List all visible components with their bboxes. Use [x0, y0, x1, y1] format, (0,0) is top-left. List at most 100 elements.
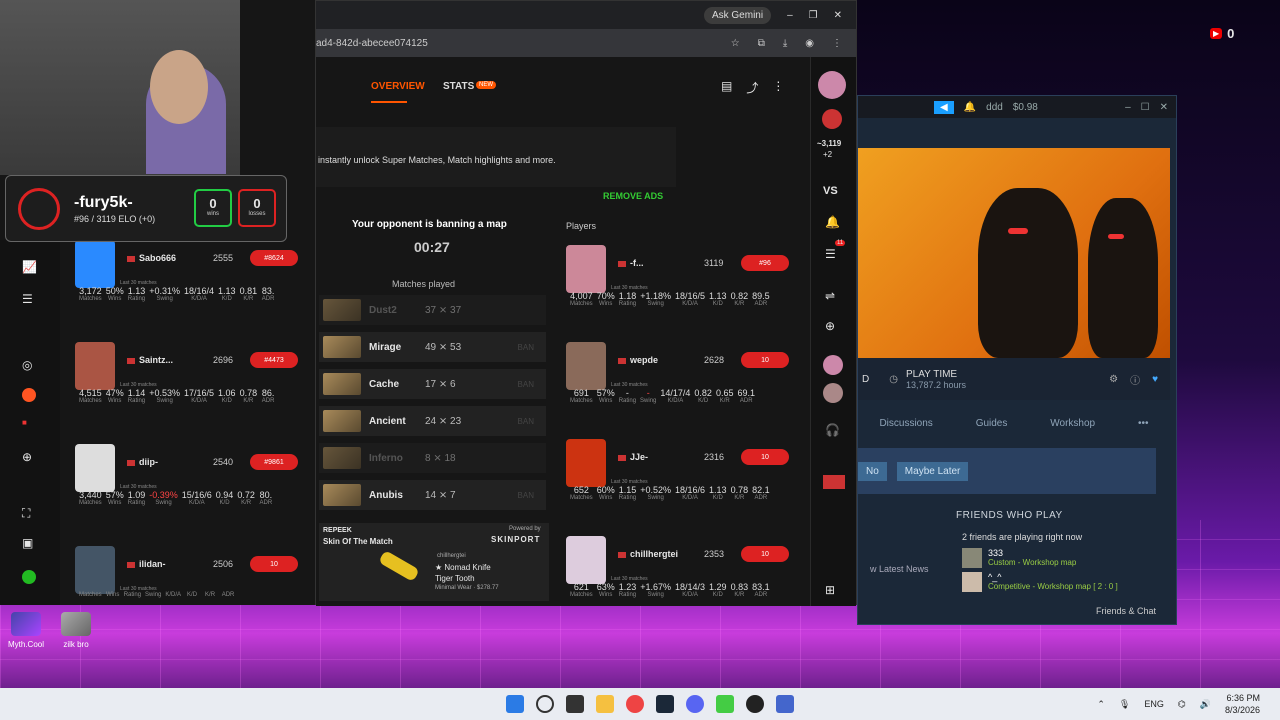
stat-cell: 18/16/4 K/D/A — [184, 286, 215, 302]
store-icon[interactable]: ⊞ — [825, 583, 835, 597]
extension-icon[interactable]: ⧉ — [758, 38, 765, 49]
broadcast-icon[interactable]: ◀ — [934, 100, 954, 114]
no-button[interactable]: No — [858, 461, 887, 481]
player-card[interactable]: Sabo666 2555 #8624 Last 30 matches 3,172 Matc… — [75, 240, 303, 330]
friend-avatar[interactable] — [823, 383, 843, 403]
mic-icon[interactable]: 🎙 — [1119, 699, 1130, 710]
maybe-later-button[interactable]: Maybe Later — [896, 461, 969, 481]
bell-icon[interactable]: 🔔 — [825, 215, 840, 229]
friends-icon[interactable]: ☰ — [825, 247, 836, 261]
player-card[interactable]: diip- 2540 #9861 Last 30 matches 3,440 Matche… — [75, 444, 303, 534]
list-icon[interactable]: ☰ — [22, 292, 33, 306]
address-bar[interactable]: ad4-842d-abecee074125 ☆ ⧉ ⤓ ◉ ⋮ — [316, 29, 856, 57]
ban-button[interactable]: BAN — [518, 343, 534, 352]
latest-news-link[interactable]: w Latest News — [870, 564, 929, 574]
friend-row[interactable]: 333 Custom - Workshop map — [962, 548, 1076, 568]
player-card[interactable]: wepde 2628 10 Last 30 matches 691 Matches 57% W… — [566, 342, 794, 432]
esl-icon[interactable]: ■ — [22, 418, 27, 427]
steam-icon[interactable] — [656, 695, 674, 713]
download-icon[interactable]: ⤓ — [783, 38, 787, 49]
map-row[interactable]: Inferno 8 ⨯ 18 — [319, 443, 546, 473]
language-indicator[interactable]: ENG — [1144, 699, 1164, 709]
tab-overview[interactable]: OVERVIEW — [371, 81, 425, 92]
remove-ads-button[interactable]: REMOVE ADS — [603, 191, 663, 201]
volume-icon[interactable]: 🔊 — [1200, 699, 1211, 710]
clock-time[interactable]: 6:36 PM — [1226, 693, 1260, 703]
menu-icon[interactable]: ⋮ — [832, 38, 842, 49]
player-card[interactable]: Saintz... 2696 #4473 Last 30 matches 4,515 Ma… — [75, 342, 303, 432]
chat-icon[interactable]: ▤ — [721, 79, 732, 96]
minimize-icon[interactable]: – — [787, 10, 793, 21]
friend-avatar[interactable] — [823, 355, 843, 375]
avatar — [566, 342, 606, 390]
ban-button[interactable]: BAN — [518, 417, 534, 426]
share-icon[interactable]: ⤴ — [746, 79, 758, 96]
matches-played-label: Matches played — [392, 279, 456, 289]
chrome-icon[interactable] — [626, 695, 644, 713]
steam-username[interactable]: ddd — [986, 102, 1003, 113]
fullscreen-icon[interactable]: ⛶ — [22, 506, 30, 521]
star-icon[interactable]: ☆ — [731, 38, 740, 49]
heart-icon[interactable]: ♥ — [1152, 374, 1158, 385]
close-icon[interactable]: ✕ — [1160, 102, 1168, 113]
map-row[interactable]: Mirage 49 ⨯ 53 BAN — [319, 332, 546, 362]
headset-icon[interactable]: 🎧 — [825, 423, 840, 437]
more-icon[interactable]: ••• — [1138, 418, 1149, 429]
discord-icon[interactable] — [686, 695, 704, 713]
map-row[interactable]: Dust2 37 ⨯ 37 — [319, 295, 546, 325]
briefcase-icon[interactable]: ▣ — [22, 536, 33, 550]
premium-icon[interactable] — [22, 388, 36, 402]
desktop-icon-mythcool[interactable]: Myth.Cool — [8, 612, 44, 649]
player-stats: 3,172 Matches 50% Wins 1.13 Rating +0.31% Swing… — [79, 286, 275, 302]
chevron-up-icon[interactable]: ⌃ — [1097, 699, 1105, 710]
profile-icon[interactable]: ◉ — [805, 38, 814, 49]
player-card[interactable]: -f... 3119 #96 Last 30 matches 4,007 Matches 7… — [566, 245, 794, 335]
info-icon[interactable]: ⓘ — [1130, 372, 1140, 387]
map-thumbnail — [323, 484, 361, 506]
stat-cell: Matches — [79, 592, 102, 598]
wifi-icon[interactable]: ⌬ — [1178, 699, 1186, 710]
friend-row[interactable]: ^_^ Competitive - Workshop map [ 2 : 0 ] — [962, 572, 1118, 592]
map-row[interactable]: Anubis 14 ⨯ 7 BAN — [319, 480, 546, 510]
tab-guides[interactable]: Guides — [976, 418, 1008, 429]
bell-icon[interactable]: 🔔 — [964, 102, 976, 113]
add-icon[interactable]: ⊕ — [825, 319, 835, 333]
close-icon[interactable]: ✕ — [834, 10, 842, 21]
map-row[interactable]: Ancient 24 ⨯ 23 BAN — [319, 406, 546, 436]
ban-button[interactable]: BAN — [518, 491, 534, 500]
tab-stats[interactable]: STATS — [443, 81, 474, 92]
ban-button[interactable]: BAN — [518, 380, 534, 389]
more-icon[interactable]: ⋮ — [772, 79, 784, 96]
star-icon[interactable] — [22, 570, 36, 584]
skin-of-match-card[interactable]: REPEEK Skin Of The Match Powered by SKIN… — [319, 523, 549, 601]
party-icon[interactable]: ⇌ — [825, 289, 835, 303]
taskview-icon[interactable] — [566, 695, 584, 713]
obs-icon[interactable] — [746, 695, 764, 713]
maximize-icon[interactable]: ☐ — [1141, 102, 1150, 113]
search-icon[interactable] — [536, 695, 554, 713]
map-row[interactable]: Cache 17 ⨯ 6 BAN — [319, 369, 546, 399]
app-icon[interactable] — [716, 695, 734, 713]
stat-cell: 1.09 Rating — [127, 490, 146, 506]
map-thumbnail — [323, 336, 361, 358]
tab-workshop[interactable]: Workshop — [1050, 418, 1095, 429]
player-card[interactable]: ilidan- 2506 10 Last 30 matches Matches Wins R… — [75, 546, 303, 636]
playtime-bar: D ◷ PLAY TIME 13,787.2 hours ⚙ ⓘ ♥ — [858, 358, 1170, 400]
add-icon[interactable]: ⊕ — [22, 450, 32, 464]
avatar[interactable] — [818, 71, 846, 99]
app-icon[interactable] — [776, 695, 794, 713]
clock-date[interactable]: 8/3/2026 — [1225, 705, 1260, 715]
explorer-icon[interactable] — [596, 695, 614, 713]
minimize-icon[interactable]: – — [1125, 102, 1131, 113]
player-card[interactable]: chillhergtei 2353 10 Last 30 matches 621 Matc… — [566, 536, 794, 626]
ask-gemini-button[interactable]: Ask Gemini — [703, 6, 772, 24]
chart-icon[interactable]: 📈 — [22, 260, 37, 274]
friends-chat-button[interactable]: Friends & Chat — [1096, 606, 1156, 616]
restore-icon[interactable]: ❐ — [809, 10, 818, 21]
faceit-logo-icon[interactable]: ◎ — [22, 358, 32, 372]
new-badge: NEW — [476, 81, 496, 89]
gear-icon[interactable]: ⚙ — [1109, 374, 1118, 385]
player-card[interactable]: JJe- 2316 10 Last 30 matches 652 Matches 60% Wi… — [566, 439, 794, 529]
tab-discussions[interactable]: Discussions — [879, 418, 932, 429]
start-icon[interactable] — [506, 695, 524, 713]
